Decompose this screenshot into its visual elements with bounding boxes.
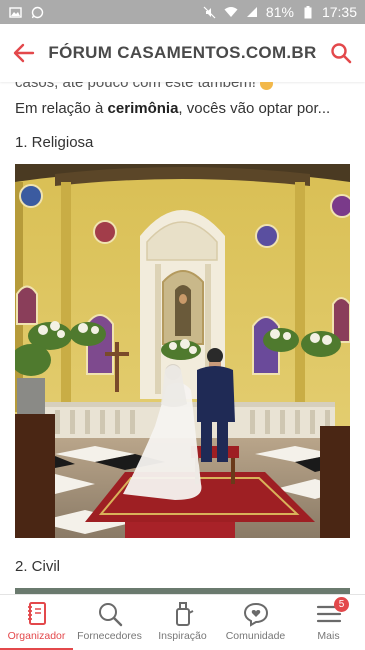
post-content: casos, até pouco com este tambem! Em rel… [0,82,365,594]
whatsapp-icon [30,5,44,19]
back-button[interactable] [0,24,48,82]
nav-inspiracao[interactable]: Inspiração [146,595,219,650]
search-icon [98,603,122,627]
signal-icon [245,5,259,19]
previous-line: casos, até pouco com este tambem! [15,82,273,91]
notification-badge: 5 [334,597,349,612]
bottom-nav: Organizador Fornecedores Inspiração Comu… [0,594,365,650]
nav-comunidade[interactable]: Comunidade [219,595,292,650]
question-text: Em relação à cerimônia, vocês vão optar … [15,100,331,117]
nav-label-fornecedores: Fornecedores [77,630,142,642]
battery-level: 81% [265,4,294,20]
arrow-left-icon [13,43,35,63]
wifi-icon [224,5,238,19]
emoji-icon [259,82,273,90]
nav-organizador[interactable]: Organizador [0,595,73,650]
search-icon [331,43,352,64]
nav-mais[interactable]: 5 Mais [292,595,365,650]
battery-icon [301,5,315,19]
clock: 17:35 [321,4,357,20]
option-religiosa: 1. Religiosa [15,134,94,151]
wedding-photo[interactable] [15,164,350,538]
app-header: FÓRUM CASAMENTOS.COM.BR [0,24,365,82]
search-button[interactable] [317,24,365,82]
heart-chat-icon [243,602,268,627]
nav-label-inspiracao: Inspiração [158,630,207,642]
notebook-icon [27,602,46,625]
nav-fornecedores[interactable]: Fornecedores [73,595,146,650]
muted-icon [203,5,217,19]
nav-label-organizador: Organizador [7,630,66,642]
nav-label-comunidade: Comunidade [225,630,286,642]
bottle-icon [175,602,193,626]
status-bar: 81% 17:35 [0,0,365,24]
page-title: FÓRUM CASAMENTOS.COM.BR [48,43,317,62]
photo-icon [8,5,22,19]
nav-label-mais: Mais [317,630,340,642]
option-civil: 2. Civil [15,558,61,575]
